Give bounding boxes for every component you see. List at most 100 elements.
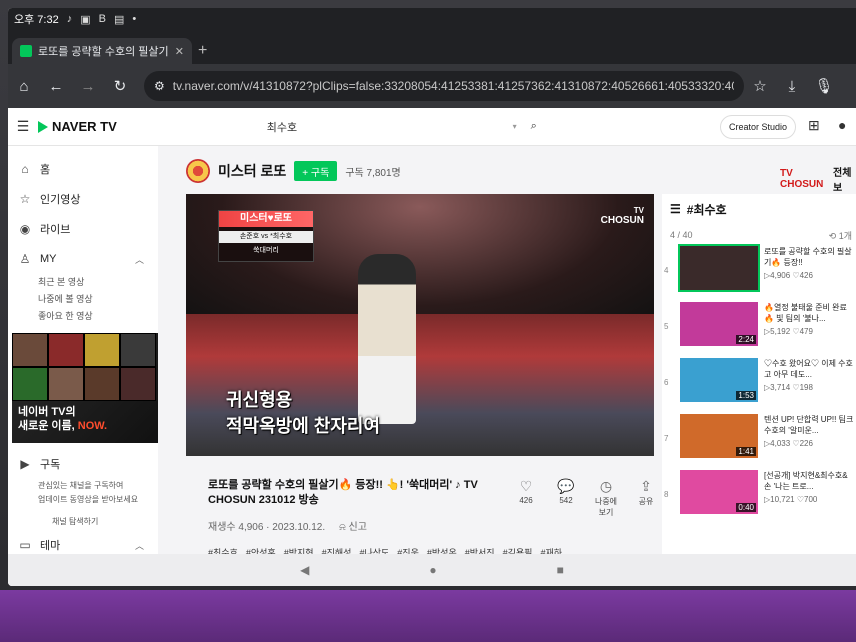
item-info: 텐션 UP! 단합력 UP!! 팀크 수호의 '알미운... ▷4,033 ♡2…: [764, 414, 854, 449]
chevron-up-icon[interactable]: ︿: [135, 253, 144, 266]
site-settings-icon[interactable]: ⚙: [154, 79, 165, 93]
banner-thumbnails: [12, 333, 158, 401]
sidebar-subitem-later[interactable]: 나중에 볼 영상: [8, 291, 158, 308]
tv-chosun-logo: TV CHOSUN: [780, 168, 824, 190]
channel-avatar[interactable]: [186, 159, 210, 183]
mic-icon[interactable]: 🎙: [808, 77, 840, 95]
like-button[interactable]: ♡ 426: [512, 478, 540, 518]
item-duration: 1:41: [736, 447, 756, 456]
sidebar-item-label: 홈: [40, 164, 51, 176]
share-button[interactable]: ⇪ 공유: [632, 478, 660, 518]
sidebar-item-label: 인기영상: [40, 194, 81, 206]
report-button[interactable]: ⍾ 신고: [339, 518, 367, 533]
view-all-link[interactable]: 전체보: [833, 164, 856, 194]
naver-header: ☰ NAVER TV 최수호 ▾ ⌕ Creator Studio ⊞ ●: [8, 108, 856, 146]
forward-icon[interactable]: →: [72, 78, 104, 95]
home-icon[interactable]: ⌂: [8, 78, 40, 95]
download-icon[interactable]: ⤓: [776, 78, 808, 95]
address-bar[interactable]: ⚙ tv.naver.com/v/41310872?plClips=false:…: [144, 71, 744, 101]
logo-text: NAVER TV: [52, 119, 117, 134]
home-nav-icon[interactable]: ●: [429, 563, 436, 577]
search-value: 최수호: [266, 121, 298, 134]
android-nav-bar: ◀ ● ■: [8, 554, 856, 586]
item-stats: ▷4,033 ♡226: [764, 438, 854, 449]
item-likes: ♡700: [796, 495, 818, 504]
item-stats: ▷10,721 ♡700: [764, 494, 854, 505]
sidebar-item-my[interactable]: ♙ MY ︿: [8, 244, 158, 274]
recents-nav-icon[interactable]: ■: [557, 563, 564, 577]
item-views: ▷4,033: [764, 439, 791, 448]
banner-tile: [48, 367, 84, 401]
playlist-item[interactable]: 4 로또를 공략할 수호의 필살기🔥 등장!! ▷4,906 ♡426: [662, 244, 856, 302]
reload-icon[interactable]: ↻: [104, 77, 136, 95]
channel-name[interactable]: 미스터 로또: [218, 161, 286, 181]
video-title: 로또를 공략할 수호의 필살기🔥 등장!! 👆! '쑥대머리' ♪ TV CHO…: [208, 479, 478, 506]
subscriber-count: 구독 7,801명: [345, 167, 401, 179]
action-label: 426: [519, 496, 533, 505]
menu-icon[interactable]: ☰: [8, 118, 38, 135]
action-label: 나중에 보기: [594, 497, 618, 517]
search-icon[interactable]: ⌕: [531, 120, 537, 133]
video-player[interactable]: 미스터♥로또 손준호 vs *최수호 쑥대머리 TV CHOSUN 귀신형용 적…: [186, 194, 654, 456]
upload-icon[interactable]: ⊞: [808, 117, 820, 134]
explore-channels-link[interactable]: 채널 탐색하기: [8, 513, 158, 530]
item-thumbnail: [678, 244, 760, 292]
chevron-up-icon[interactable]: ︿: [135, 539, 144, 552]
subscribe-desc: 관심있는 채널을 구독하여: [38, 481, 124, 490]
item-likes: ♡226: [792, 439, 813, 448]
item-number: 5: [664, 322, 669, 331]
new-tab-icon[interactable]: +: [198, 42, 207, 60]
status-icon: ▤: [113, 13, 125, 26]
playlist-title: #최수호: [686, 202, 727, 217]
sidebar-item-live[interactable]: ◉ 라이브: [8, 214, 158, 244]
watch-later-button[interactable]: ◷ 나중에 보기: [592, 478, 620, 518]
lyric-subtitle: 귀신형용: [226, 390, 293, 410]
live-icon: ◉: [19, 222, 31, 236]
status-time: 오후 7:32: [14, 14, 59, 26]
back-nav-icon[interactable]: ◀: [300, 563, 309, 577]
sidebar-item-home[interactable]: ⌂ 홈: [8, 154, 158, 184]
play-logo-icon: [38, 120, 48, 133]
playlist-item[interactable]: 6 1:53 ♡수호 왔어요♡ 이제 수호 고 아무 데도... ▷3,714 …: [662, 358, 856, 414]
clock-icon: ◷: [599, 478, 613, 494]
tv-chosun-watermark: TV CHOSUN: [601, 206, 644, 226]
subscribe-button[interactable]: + 구독: [294, 161, 338, 181]
now-promo-banner[interactable]: 네이버 TV의 새로운 이름, NOW.: [12, 333, 158, 443]
network-link[interactable]: TV CHOSUN 전체보: [780, 164, 856, 194]
sidebar-item-popular[interactable]: ☆ 인기영상: [8, 184, 158, 214]
browser-tab[interactable]: 로또를 공략할 수호의 필살기🔥 ✕: [12, 38, 192, 64]
video-meta: 재생수 4,906 · 2023.10.12. ⍾ 신고: [208, 518, 367, 533]
repeat-label: 1개: [838, 230, 852, 241]
close-tab-icon[interactable]: ✕: [175, 45, 184, 58]
url-text: tv.naver.com/v/41310872?plClips=false:33…: [172, 79, 734, 93]
sidebar-subitem-liked[interactable]: 좋아요 한 영상: [8, 308, 158, 325]
bookmark-star-icon[interactable]: ☆: [744, 77, 776, 95]
repeat-toggle[interactable]: ⟲ 1개: [829, 229, 852, 242]
banner-line: 네이버 TV의: [18, 406, 76, 418]
sidebar-item-subscriptions[interactable]: ▶ 구독: [8, 449, 158, 479]
status-icon: B: [98, 13, 106, 25]
bell-icon: ⍾: [339, 522, 346, 533]
creator-studio-button[interactable]: Creator Studio: [720, 115, 797, 139]
naver-tv-logo[interactable]: NAVER TV: [38, 119, 117, 134]
item-info: ♡수호 왔어요♡ 이제 수호 고 아무 데도... ▷3,714 ♡198: [764, 358, 854, 393]
tab-strip: 로또를 공략할 수호의 필살기🔥 ✕ +: [8, 30, 856, 64]
dropdown-caret-icon[interactable]: ▾: [513, 122, 517, 131]
item-thumbnail: 1:53: [680, 358, 758, 402]
action-label: 542: [559, 496, 573, 505]
banner-line-text: 새로운 이름,: [18, 420, 75, 432]
item-likes: ♡198: [792, 383, 813, 392]
scoreboard-overlay: 미스터♥로또 손준호 vs *최수호 쑥대머리: [218, 210, 314, 262]
avatar[interactable]: ●: [838, 117, 846, 133]
item-number: 8: [664, 490, 669, 499]
playlist-item[interactable]: 5 2:24 🔥열정 불태울 준비 완료🔥 빛 팀의 '불나... ▷5,192…: [662, 302, 856, 358]
back-icon[interactable]: ←: [40, 78, 72, 95]
sidebar-subitem-recent[interactable]: 최근 본 영상: [8, 274, 158, 291]
playlist-item[interactable]: 8 0:40 [선공개] 박지현&최수호&손 '나는 트로... ▷10,721…: [662, 470, 856, 526]
playlist-item[interactable]: 7 1:41 텐션 UP! 단합력 UP!! 팀크 수호의 '알미운... ▷4…: [662, 414, 856, 470]
screen: 오후 7:32 ♪ ▣ B ▤ • 로또를 공략할 수호의 필살기🔥 ✕ + ⌂…: [8, 8, 856, 586]
browser-toolbar: ⌂ ← → ↻ ⚙ tv.naver.com/v/41310872?plClip…: [8, 64, 856, 108]
comment-button[interactable]: 💬 542: [552, 478, 580, 518]
item-thumbnail: 0:40: [680, 470, 758, 514]
search-input[interactable]: 최수호 ▾ ⌕: [267, 114, 537, 140]
